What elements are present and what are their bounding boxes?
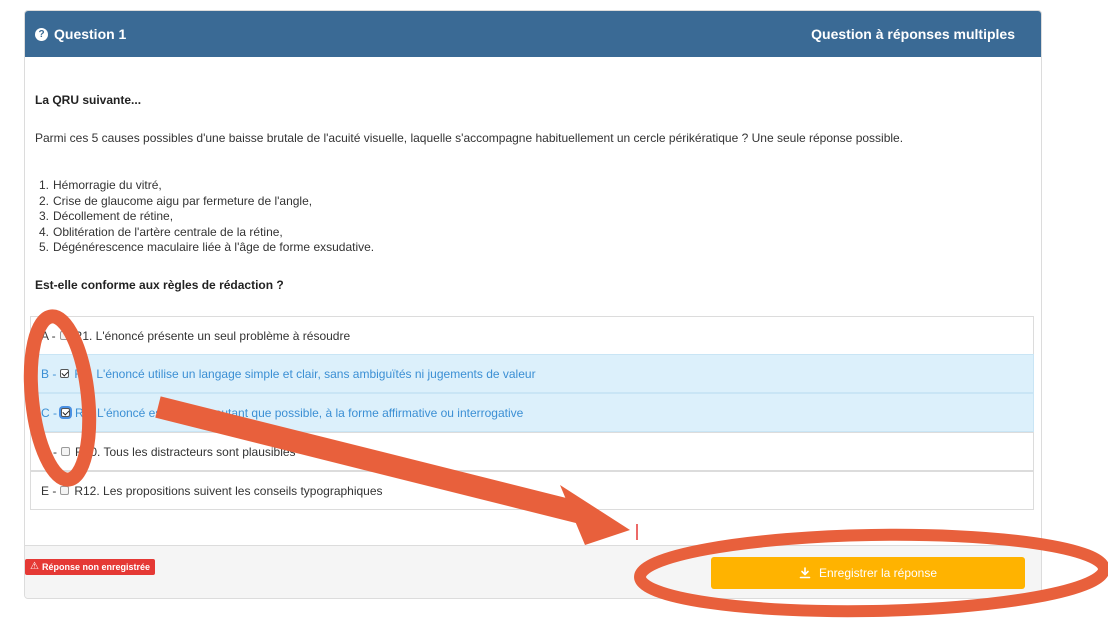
option-letter: B - bbox=[41, 366, 57, 381]
question-title: ? Question 1 bbox=[35, 11, 126, 57]
list-item: 3. Décollement de rétine, bbox=[39, 209, 174, 224]
list-item: 5. Dégénérescence maculaire liée à l'âge … bbox=[39, 240, 375, 255]
question-label: Question 1 bbox=[54, 26, 127, 42]
question-intro: La QRU suivante... bbox=[35, 93, 142, 107]
option-c-checkbox[interactable] bbox=[61, 408, 70, 417]
option-text: R1. L'énoncé présente un seul problème à… bbox=[73, 328, 351, 343]
question-circle-icon: ? bbox=[35, 27, 48, 41]
option-e-checkbox[interactable] bbox=[60, 486, 70, 495]
option-letter: D - bbox=[41, 444, 57, 459]
option-letter: E - bbox=[41, 483, 57, 498]
option-b[interactable]: B - R4. L'énoncé utilise un langage simp… bbox=[30, 354, 1034, 393]
option-c[interactable]: C - R5. L'énoncé est formulé, autant que… bbox=[30, 393, 1034, 432]
option-a[interactable]: A - R1. L'énoncé présente un seul problè… bbox=[30, 316, 1034, 355]
option-d-checkbox[interactable] bbox=[61, 447, 70, 456]
download-icon bbox=[799, 567, 811, 579]
list-item: 2. Crise de glaucome aigu par fermeture d… bbox=[39, 193, 313, 208]
causes-list: 1. Hémorragie du vitré, 2. Crise de glauco… bbox=[39, 178, 374, 256]
option-text: R10. Tous les distracteurs sont plausibl… bbox=[75, 444, 296, 459]
option-text: R12. Les propositions suivent les consei… bbox=[74, 483, 383, 498]
option-d[interactable]: D - R10. Tous les distracteurs sont plau… bbox=[30, 432, 1034, 471]
option-e[interactable]: E - R12. Les propositions suivent les co… bbox=[30, 471, 1034, 510]
panel-footer: ⚠ Réponse non enregistrée Enregistrer la… bbox=[25, 545, 1041, 598]
status-badge-label: Réponse non enregistrée bbox=[41, 562, 150, 572]
question-panel: ? Question 1 Question à réponses multipl… bbox=[24, 10, 1042, 599]
option-b-checkbox[interactable] bbox=[60, 369, 70, 378]
option-letter: C - bbox=[41, 405, 57, 420]
option-letter: A - bbox=[41, 328, 56, 343]
list-item: 1. Hémorragie du vitré, bbox=[39, 178, 162, 192]
option-a-checkbox[interactable] bbox=[59, 331, 69, 340]
question-type: Question à réponses multiples bbox=[811, 26, 1015, 42]
status-badge: ⚠ Réponse non enregistrée bbox=[25, 559, 155, 575]
panel-header: ? Question 1 Question à réponses multipl… bbox=[25, 11, 1041, 57]
option-text: R5. L'énoncé est formulé, autant que pos… bbox=[75, 405, 524, 420]
question-stem: Parmi ces 5 causes possibles d'une baiss… bbox=[35, 131, 904, 145]
save-answer-button[interactable]: Enregistrer la réponse bbox=[711, 557, 1025, 589]
list-item: 4. Oblitération de l'artère centrale de l… bbox=[39, 224, 283, 239]
subquestion: Est-elle conforme aux règles de rédactio… bbox=[35, 278, 284, 292]
option-text: R4. L'énoncé utilise un langage simple e… bbox=[74, 366, 536, 381]
save-answer-label: Enregistrer la réponse bbox=[818, 566, 938, 580]
warning-triangle-icon: ⚠ bbox=[30, 561, 39, 572]
